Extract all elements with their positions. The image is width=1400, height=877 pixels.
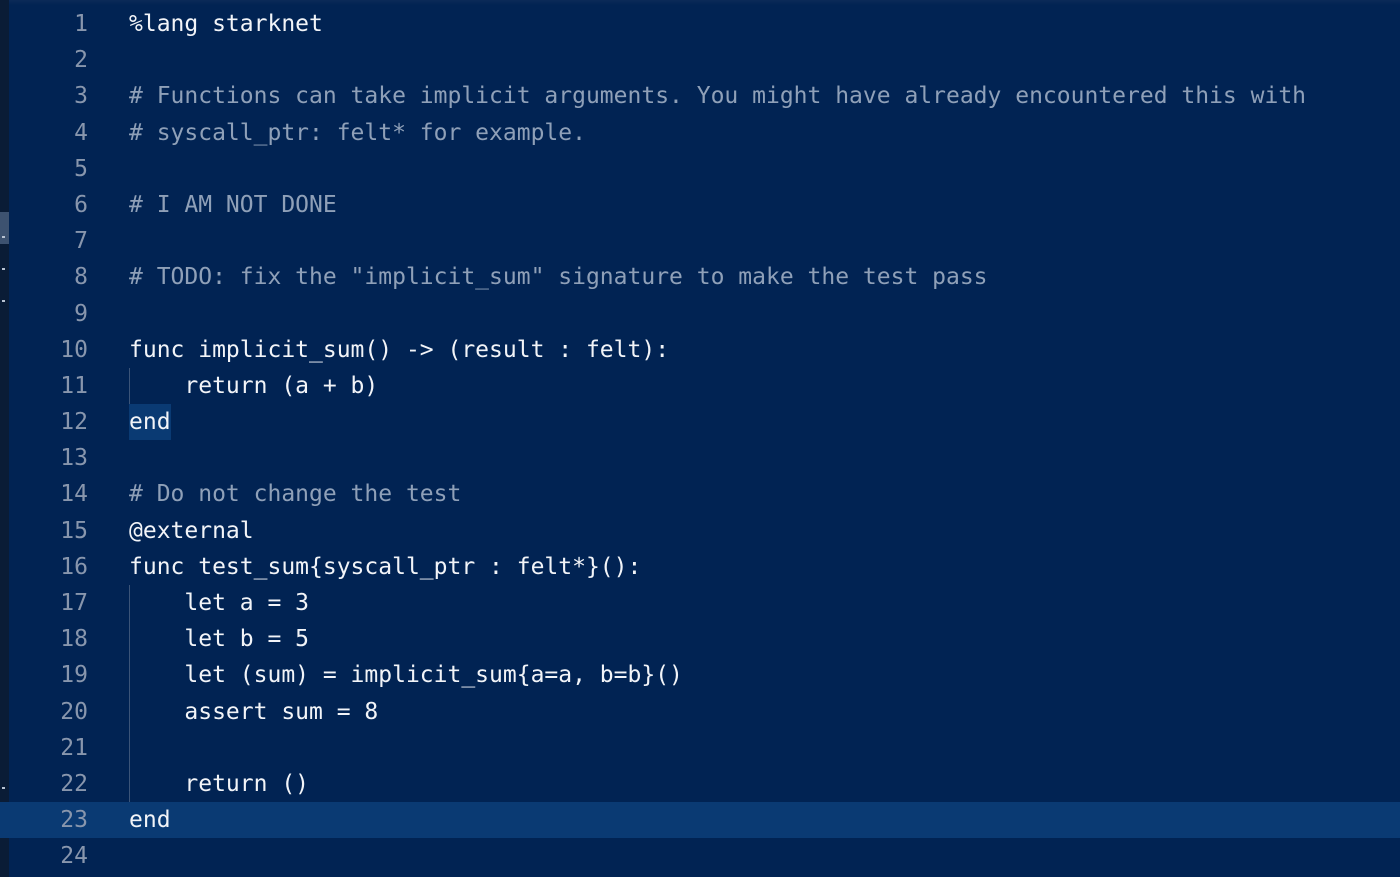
code-line[interactable]: 9 <box>0 296 1400 332</box>
code-text: end <box>129 807 171 834</box>
code-text: func implicit_sum() -> (result : felt): <box>129 336 670 363</box>
line-number: 14 <box>60 481 88 508</box>
code-line[interactable]: 15 @external <box>0 513 1400 549</box>
code-line[interactable]: 1 %lang starknet <box>0 6 1400 42</box>
code-line[interactable]: 4 # syscall_ptr: felt* for example. <box>0 115 1400 151</box>
code-line[interactable]: 19 let (sum) = implicit_sum{a=a, b=b}() <box>0 657 1400 694</box>
code-text: @external <box>129 517 254 544</box>
line-number: 5 <box>74 155 88 182</box>
line-number: 12 <box>60 409 88 436</box>
line-number: 24 <box>60 843 88 870</box>
line-number: 19 <box>60 662 88 689</box>
line-number: 18 <box>60 626 88 653</box>
line-number: 7 <box>74 228 88 255</box>
code-line[interactable]: 5 <box>0 151 1400 187</box>
line-number: 21 <box>60 734 88 761</box>
line-number: 20 <box>60 698 88 725</box>
code-line[interactable]: 10 func implicit_sum() -> (result : felt)… <box>0 332 1400 368</box>
line-number: 13 <box>60 445 88 472</box>
code-line[interactable]: 24 <box>0 838 1400 874</box>
editor-lines[interactable]: 1 %lang starknet 2 3 # Functions can take … <box>0 6 1400 875</box>
line-number: 15 <box>60 517 88 544</box>
code-line[interactable]: 6 # I AM NOT DONE <box>0 187 1400 223</box>
comment-text: # Functions can take implicit arguments.… <box>129 83 1307 110</box>
line-number: 8 <box>74 264 88 291</box>
line-number: 9 <box>74 300 88 327</box>
comment-text: # syscall_ptr: felt* for example. <box>129 119 586 146</box>
code-line[interactable]: 12 end <box>0 404 1400 441</box>
line-number: 23 <box>60 807 88 834</box>
comment-text: # I AM NOT DONE <box>129 191 337 218</box>
code-line[interactable]: 22 return () <box>0 765 1400 803</box>
code-line[interactable]: 11 return (a + b) <box>0 367 1400 405</box>
code-line[interactable]: 18 let b = 5 <box>0 621 1400 658</box>
code-line[interactable]: 21 <box>0 729 1400 766</box>
code-line[interactable]: 8 # TODO: fix the "implicit_sum" signatur… <box>0 259 1400 295</box>
code-line[interactable]: 13 <box>0 440 1400 476</box>
code-text: return (a + b) <box>129 372 379 399</box>
code-line[interactable]: 3 # Functions can take implicit arguments… <box>0 78 1400 114</box>
line-number: 4 <box>74 119 88 146</box>
code-line[interactable]: 16 func test_sum{syscall_ptr : felt*}(): <box>0 549 1400 585</box>
code-text: func test_sum{syscall_ptr : felt*}(): <box>129 553 642 580</box>
code-text: assert sum = 8 <box>129 698 379 725</box>
line-number: 11 <box>60 372 88 399</box>
code-text: return () <box>129 770 310 797</box>
code-text: end <box>129 404 171 441</box>
code-line[interactable]: 20 assert sum = 8 <box>0 693 1400 730</box>
code-line[interactable]: 17 let a = 3 <box>0 585 1400 622</box>
line-number: 17 <box>60 590 88 616</box>
line-number: 1 <box>74 11 88 37</box>
line-number: 10 <box>60 336 88 363</box>
code-text: let b = 5 <box>129 626 310 653</box>
line-number: 16 <box>60 553 88 580</box>
code-text: let (sum) = implicit_sum{a=a, b=b}() <box>129 662 683 689</box>
code-line[interactable]: 2 <box>0 42 1400 78</box>
code-line[interactable]: 14 # Do not change the test <box>0 476 1400 512</box>
indent-guide <box>129 729 130 766</box>
code-line[interactable]: 7 <box>0 223 1400 259</box>
line-number: 2 <box>74 47 88 74</box>
code-editor[interactable]: 1 %lang starknet 2 3 # Functions can take … <box>0 0 1400 877</box>
code-text: %lang starknet <box>129 11 323 37</box>
comment-text: # Do not change the test <box>129 481 462 508</box>
current-line[interactable]: 23 end <box>0 802 1400 839</box>
comment-text: # TODO: fix the "implicit_sum" signature… <box>129 264 988 291</box>
scroll-shadow <box>9 0 1400 5</box>
line-number: 6 <box>74 191 88 218</box>
line-number: 22 <box>60 770 88 797</box>
code-text: let a = 3 <box>129 590 310 616</box>
line-number: 3 <box>74 83 88 110</box>
